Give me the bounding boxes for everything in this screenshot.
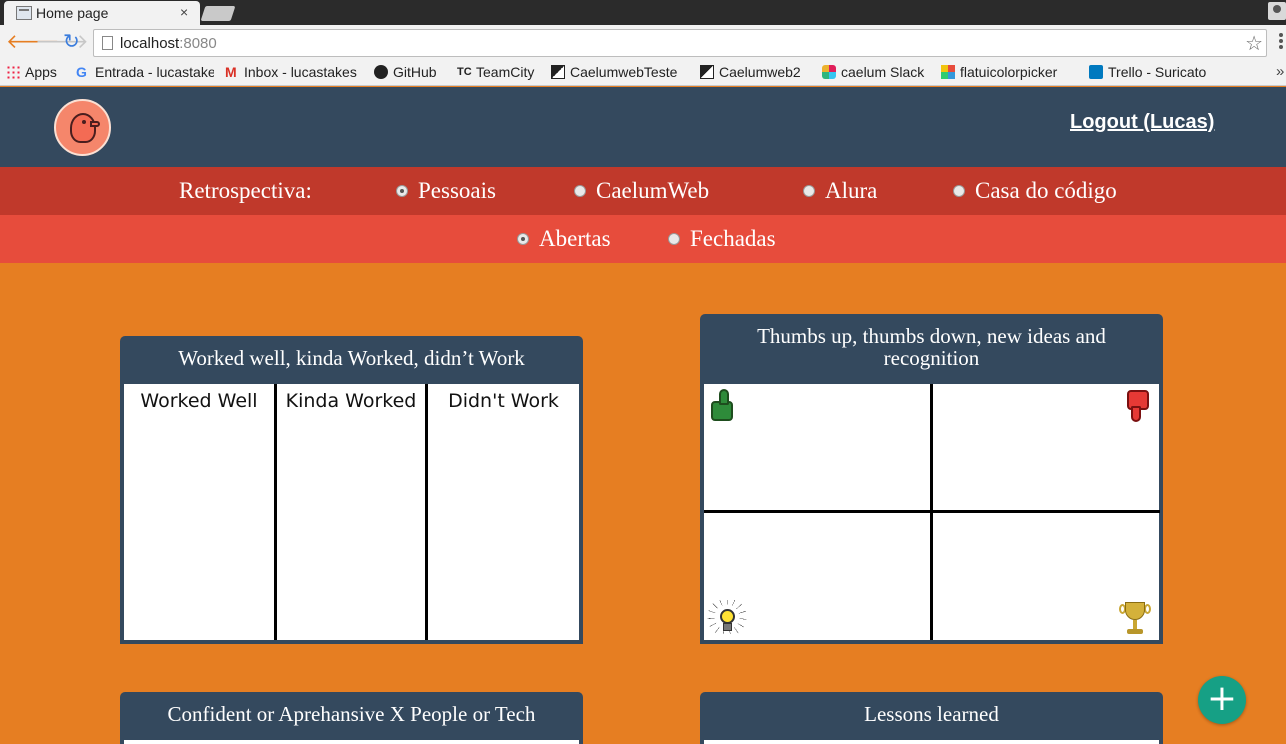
url-host: localhost xyxy=(120,35,180,52)
bookmark-label: Caelumweb2 xyxy=(719,64,801,80)
radio-project-caelumweb[interactable]: CaelumWeb xyxy=(574,178,709,204)
google-icon: G xyxy=(76,64,87,80)
card-title: Confident or Aprehansive X People or Tec… xyxy=(167,702,536,726)
bookmark-label: GitHub xyxy=(393,64,437,80)
reload-icon[interactable]: ↻ xyxy=(63,32,80,52)
bookmark-label: Trello - Suricato xyxy=(1108,64,1207,80)
slack-icon xyxy=(822,65,836,79)
browser-menu-icon[interactable] xyxy=(1276,33,1286,51)
project-filter-label: Retrospectiva: xyxy=(179,178,312,203)
browser-toolbar: 🡐 🡒 ↻ localhost:8080 ☆ xyxy=(0,25,1286,61)
bookmark-label: Entrada - lucastakes xyxy=(95,64,214,80)
browser-tab-home[interactable]: Home page × xyxy=(4,1,200,25)
bookmark-slack[interactable]: caelum Slack xyxy=(822,64,934,80)
browser-tab-strip: Home page × xyxy=(0,0,1286,25)
column-didnt-work: Didn't Work xyxy=(428,384,579,640)
radio-label: Casa do código xyxy=(975,178,1117,203)
card-preview xyxy=(704,740,1159,744)
teamcity-icon: TC xyxy=(457,66,472,78)
retro-card-lessons-learned[interactable]: Lessons learned xyxy=(700,692,1163,744)
card-preview xyxy=(124,740,579,744)
bookmark-label: caelum Slack xyxy=(841,64,925,80)
more-bookmarks-icon[interactable]: » xyxy=(1276,63,1284,80)
bookmark-trello[interactable]: Trello - Suricato xyxy=(1089,64,1219,80)
card-title: Thumbs up, thumbs down, new ideas and re… xyxy=(757,324,1106,370)
app-logo[interactable] xyxy=(54,99,111,156)
radio-button-selected[interactable] xyxy=(517,233,529,245)
radio-button[interactable] xyxy=(574,185,586,197)
radio-label: Fechadas xyxy=(690,226,776,251)
trophy-icon xyxy=(1119,600,1151,636)
browser-tab-title: Home page xyxy=(36,5,109,21)
bookmark-label: flatuicolorpicker xyxy=(960,64,1058,80)
url-port: :8080 xyxy=(179,35,217,52)
bookmark-github[interactable]: GitHub xyxy=(374,64,449,80)
radio-status-fechadas[interactable]: Fechadas xyxy=(668,226,776,252)
bookmarks-bar: Apps G Entrada - lucastakes M Inbox - lu… xyxy=(0,61,1286,86)
caelumweb-icon xyxy=(551,65,565,79)
radio-button[interactable] xyxy=(803,185,815,197)
bookmark-star-icon[interactable]: ☆ xyxy=(1245,31,1263,56)
card-title: Lessons learned xyxy=(864,702,999,726)
radio-label: Abertas xyxy=(539,226,611,251)
card-preview xyxy=(704,384,1160,640)
radio-status-abertas[interactable]: Abertas xyxy=(517,226,611,252)
lightbulb-icon xyxy=(707,600,747,636)
app-header: Logout (Lucas) xyxy=(0,87,1286,167)
column-worked-well: Worked Well xyxy=(124,384,274,640)
logout-link[interactable]: Logout (Lucas) xyxy=(1070,111,1214,134)
bookmark-teamcity[interactable]: TC TeamCity xyxy=(457,64,545,80)
gmail-icon: M xyxy=(225,64,237,80)
add-retrospective-button[interactable]: + xyxy=(1198,676,1246,724)
thumbs-up-icon xyxy=(708,388,742,424)
bookmark-apps[interactable]: Apps xyxy=(6,64,66,80)
bird-logo-icon xyxy=(70,113,96,143)
retro-card-confident[interactable]: Confident or Aprehansive X People or Tec… xyxy=(120,692,583,744)
radio-label: Pessoais xyxy=(418,178,496,203)
thumbs-down-icon xyxy=(1118,387,1152,423)
address-bar[interactable]: localhost:8080 ☆ xyxy=(93,29,1267,57)
radio-button[interactable] xyxy=(668,233,680,245)
column-label: Worked Well xyxy=(140,390,258,412)
bookmark-label: TeamCity xyxy=(476,64,535,80)
project-filter-bar: Retrospectiva: Pessoais CaelumWeb Alura … xyxy=(0,167,1286,215)
radio-project-pessoais[interactable]: Pessoais xyxy=(396,178,496,204)
browser-profile-icon[interactable] xyxy=(1268,2,1286,20)
trello-icon xyxy=(1089,65,1103,79)
column-kinda-worked: Kinda Worked xyxy=(277,384,425,640)
page-icon xyxy=(102,36,113,50)
status-filter-bar: Abertas Fechadas xyxy=(0,215,1286,263)
tab-close-icon[interactable]: × xyxy=(180,4,188,20)
card-title: Worked well, kinda Worked, didn’t Work xyxy=(178,346,525,370)
github-icon xyxy=(374,65,388,79)
apps-grid-icon xyxy=(6,65,20,79)
retro-card-worked-well[interactable]: Worked well, kinda Worked, didn’t Work W… xyxy=(120,336,583,644)
bookmark-flatuicolorpicker[interactable]: flatuicolorpicker xyxy=(941,64,1083,80)
flatui-icon xyxy=(941,65,955,79)
radio-label: CaelumWeb xyxy=(596,178,710,203)
page-favicon-icon xyxy=(16,6,32,20)
radio-button[interactable] xyxy=(953,185,965,197)
radio-button-selected[interactable] xyxy=(396,185,408,197)
radio-project-casa-do-codigo[interactable]: Casa do código xyxy=(953,178,1117,204)
column-label: Kinda Worked xyxy=(285,390,417,412)
bookmark-caelumweb2[interactable]: Caelumweb2 xyxy=(700,64,816,80)
caelumweb-icon xyxy=(700,65,714,79)
new-tab-button[interactable] xyxy=(200,6,236,21)
quadrant-divider-horizontal xyxy=(704,510,1160,513)
bookmark-entrada[interactable]: G Entrada - lucastakes xyxy=(76,64,214,80)
card-preview: Worked Well Kinda Worked Didn't Work xyxy=(124,384,579,640)
radio-project-alura[interactable]: Alura xyxy=(803,178,877,204)
bookmark-inbox[interactable]: M Inbox - lucastakes xyxy=(225,64,363,80)
retro-card-thumbs[interactable]: Thumbs up, thumbs down, new ideas and re… xyxy=(700,314,1163,644)
bookmark-caelumwebteste[interactable]: CaelumwebTeste xyxy=(551,64,693,80)
forward-arrow-icon[interactable]: 🡒 xyxy=(35,32,89,52)
bookmark-label: Inbox - lucastakes xyxy=(244,64,357,80)
bookmark-label: CaelumwebTeste xyxy=(570,64,678,80)
bookmark-label: Apps xyxy=(25,64,57,80)
address-url: localhost:8080 xyxy=(120,35,217,52)
radio-label: Alura xyxy=(825,178,878,203)
column-label: Didn't Work xyxy=(448,390,559,412)
